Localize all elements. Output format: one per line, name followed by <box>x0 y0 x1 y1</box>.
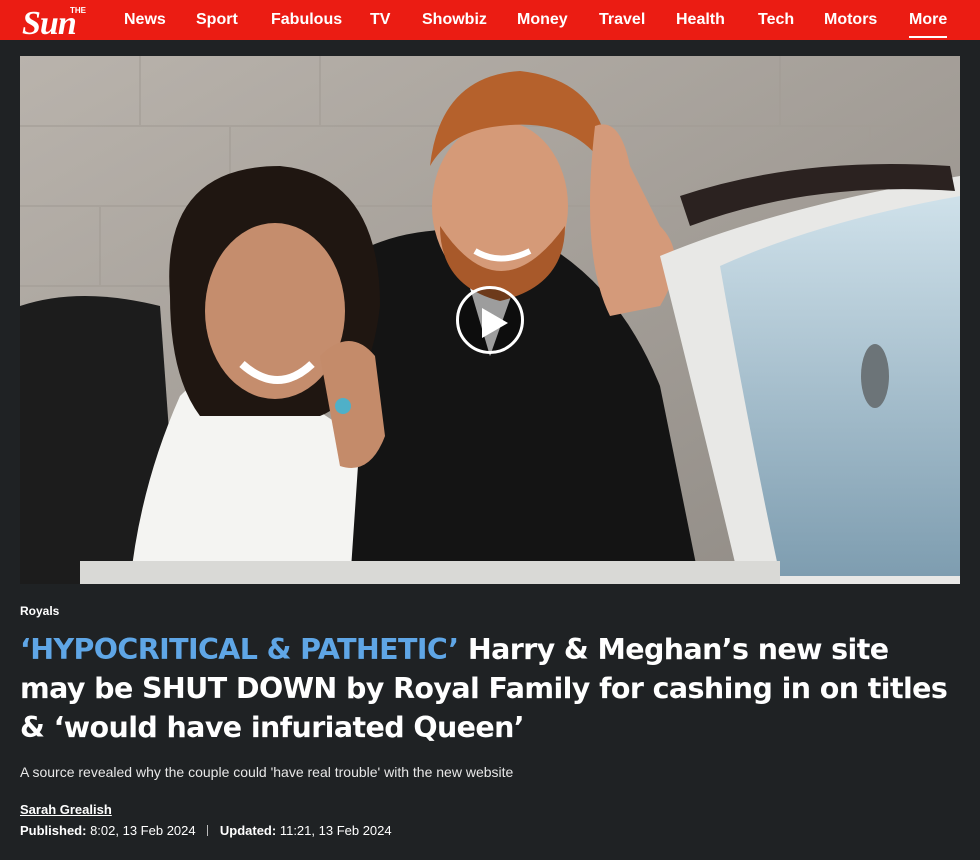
nav-item-travel[interactable]: Travel <box>599 11 645 29</box>
top-navbar: THE Sun News Sport Fabulous TV Showbiz M… <box>0 0 980 42</box>
nav-item-tech[interactable]: Tech <box>758 11 794 29</box>
date-divider <box>207 825 209 836</box>
play-button[interactable] <box>456 286 524 354</box>
nav-item-news[interactable]: News <box>124 11 166 29</box>
nav-item-more[interactable]: More <box>909 11 947 29</box>
hero-video[interactable] <box>20 56 960 584</box>
nav-item-showbiz[interactable]: Showbiz <box>422 11 487 29</box>
headline-kicker: ‘HYPOCRITICAL & PATHETIC’ <box>20 633 459 666</box>
updated-label: Updated: <box>219 823 277 838</box>
nav-item-sport[interactable]: Sport <box>196 11 238 29</box>
article-dates: Published: 8:02, 13 Feb 2024 Updated: 11… <box>20 823 392 838</box>
article-headline: ‘HYPOCRITICAL & PATHETIC’ Harry & Meghan… <box>20 630 950 747</box>
nav-item-tv[interactable]: TV <box>370 11 390 29</box>
nav-item-motors[interactable]: Motors <box>824 11 877 29</box>
active-nav-underline <box>909 36 947 38</box>
published-date: 8:02, 13 Feb 2024 <box>90 823 196 838</box>
nav-item-fabulous[interactable]: Fabulous <box>271 11 342 29</box>
sun-logo[interactable]: THE Sun <box>20 3 108 42</box>
section-label[interactable]: Royals <box>20 604 59 618</box>
article-standfirst: A source revealed why the couple could '… <box>20 764 514 780</box>
logo-big-text: Sun <box>22 5 76 37</box>
play-icon <box>482 308 508 338</box>
nav-item-money[interactable]: Money <box>517 11 568 29</box>
author-link[interactable]: Sarah Grealish <box>20 802 112 817</box>
published-label: Published: <box>20 823 87 838</box>
updated-date: 11:21, 13 Feb 2024 <box>279 823 392 838</box>
nav-item-health[interactable]: Health <box>676 11 725 29</box>
